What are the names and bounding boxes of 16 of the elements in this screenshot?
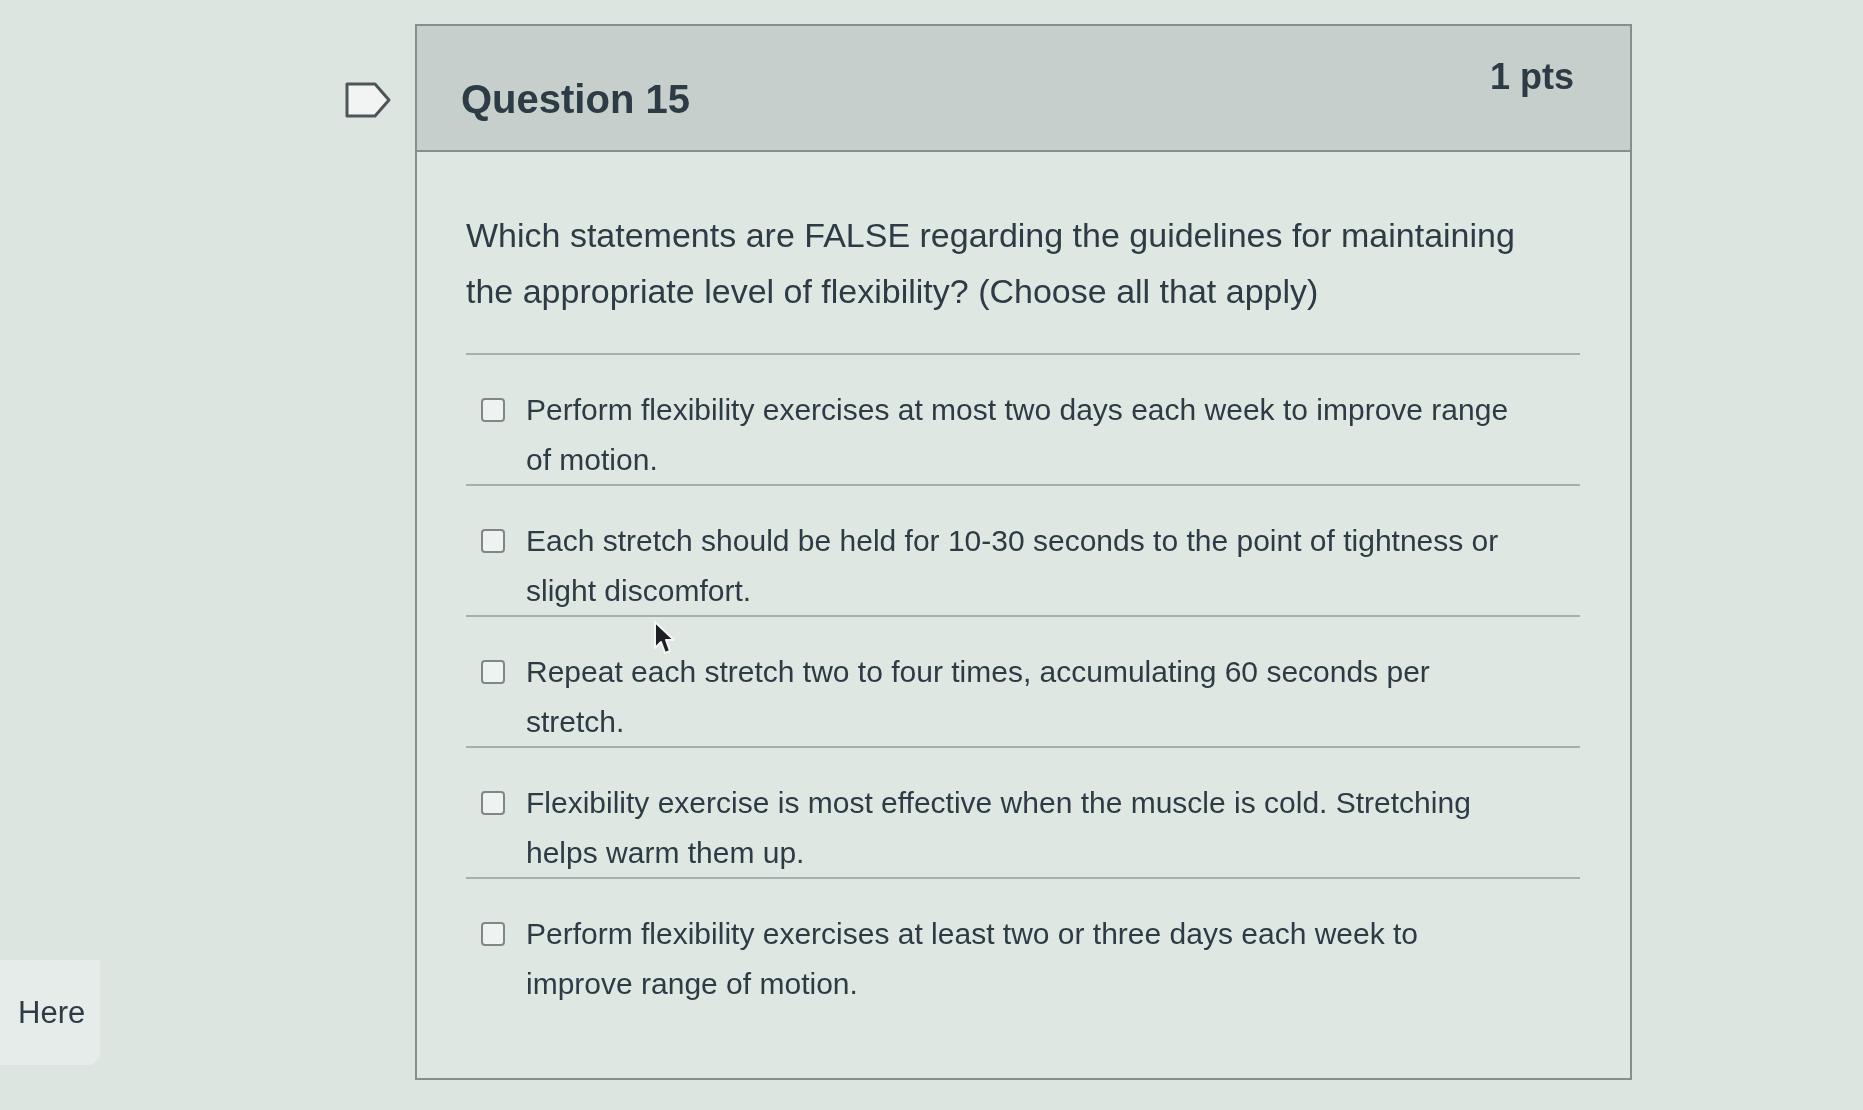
points-label: 1 pts [1489,56,1574,98]
answer-text: Repeat each stretch two to four times, accumulating 60 seconds per stretch. [526,654,1431,740]
answer-text: Each stretch should be held for 10-30 seconds to the point of tightness or slight discomfort. [526,523,1500,609]
answer-text: Perform flexibility exercises at least two or three days each week to improve range of motion. [526,916,1420,1002]
question-text: Which statements are FALSE regarding the guidelines for maintaining the appropriate level of flexibility? (Choose all that apply) [466,215,1516,312]
checkbox[interactable] [481,529,505,553]
question-title: Question 15 [461,76,690,122]
nav-link[interactable]: Here [18,994,86,1031]
mouse-cursor-icon [653,620,677,656]
checkbox[interactable] [481,922,505,946]
checkbox[interactable] [481,398,505,422]
flag-icon[interactable] [345,82,392,118]
checkbox[interactable] [481,791,505,815]
answer-text: Perform flexibility exercises at most two days each week to improve range of motion. [526,392,1510,478]
checkbox[interactable] [481,660,505,684]
answer-text: Flexibility exercise is most effective when the muscle is cold. Stretching helps warm them up. [526,785,1472,871]
